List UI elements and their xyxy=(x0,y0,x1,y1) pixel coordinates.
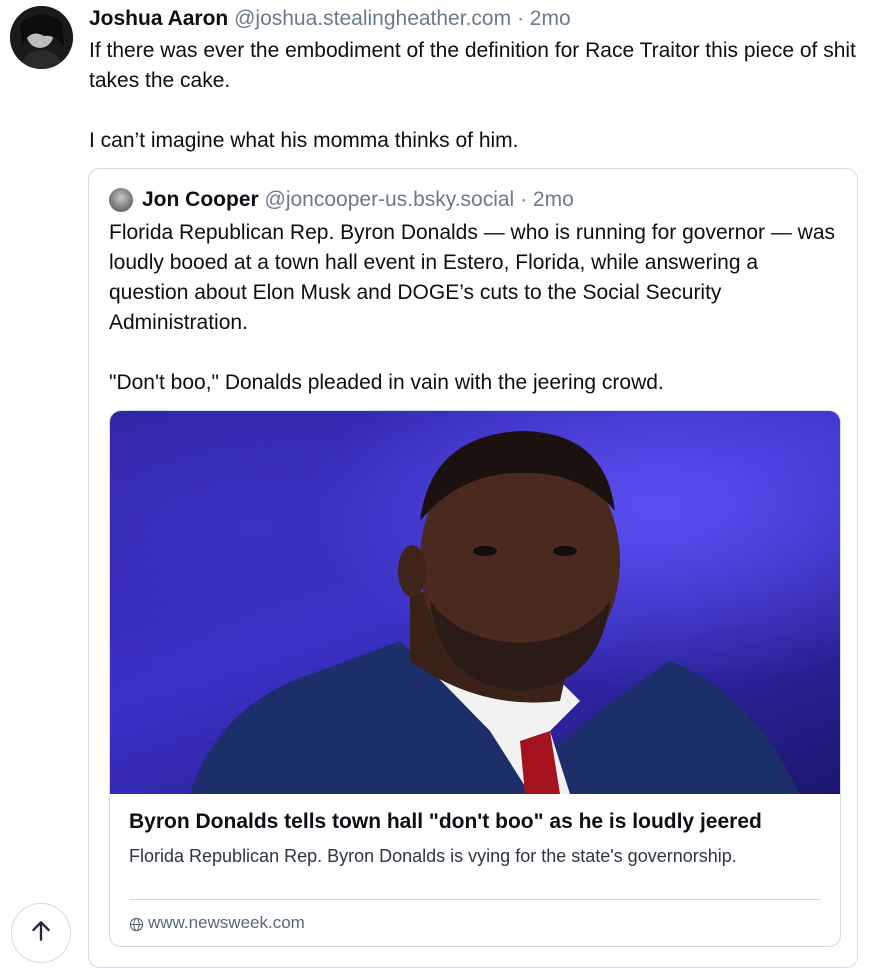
link-card-description: Florida Republican Rep. Byron Donalds is… xyxy=(129,846,737,866)
link-card[interactable]: Byron Donalds tells town hall "don't boo… xyxy=(109,410,841,947)
link-card-title[interactable]: Byron Donalds tells town hall "don't boo… xyxy=(129,809,829,835)
author-name[interactable]: Joshua Aaron xyxy=(89,7,228,30)
quoted-post[interactable]: Jon Cooper @joncooper-us.bsky.social · 2… xyxy=(88,168,858,968)
post-header: Joshua Aaron @joshua.stealingheather.com… xyxy=(89,6,571,32)
link-card-divider xyxy=(129,899,821,900)
arrow-up-icon xyxy=(28,918,54,949)
quote-author-avatar[interactable] xyxy=(109,188,133,212)
quote-author-name[interactable]: Jon Cooper xyxy=(142,188,259,211)
post-text-line: If there was ever the embodiment of the … xyxy=(89,39,856,92)
author-handle[interactable]: @joshua.stealingheather.com xyxy=(234,7,511,30)
author-avatar[interactable] xyxy=(10,6,73,69)
globe-icon xyxy=(129,916,144,931)
link-card-domain: www.newsweek.com xyxy=(148,913,305,932)
quote-text-paragraph: "Don't boo," Donalds pleaded in vain wit… xyxy=(109,371,664,394)
quote-text-paragraph: Florida Republican Rep. Byron Donalds — … xyxy=(109,221,836,334)
link-card-image xyxy=(110,411,840,794)
scroll-to-top-button[interactable] xyxy=(11,903,71,963)
post-time[interactable]: · 2mo xyxy=(517,7,571,30)
link-card-domain-row: www.newsweek.com xyxy=(129,912,305,934)
post-text-line: I can’t imagine what his momma thinks of… xyxy=(89,129,519,152)
quote-header: Jon Cooper @joncooper-us.bsky.social · 2… xyxy=(142,186,574,214)
quote-author-handle[interactable]: @joncooper-us.bsky.social xyxy=(265,188,515,211)
quote-time[interactable]: · 2mo xyxy=(520,188,574,211)
quote-text: Florida Republican Rep. Byron Donalds — … xyxy=(109,218,839,398)
post-text: If there was ever the embodiment of the … xyxy=(89,36,859,156)
